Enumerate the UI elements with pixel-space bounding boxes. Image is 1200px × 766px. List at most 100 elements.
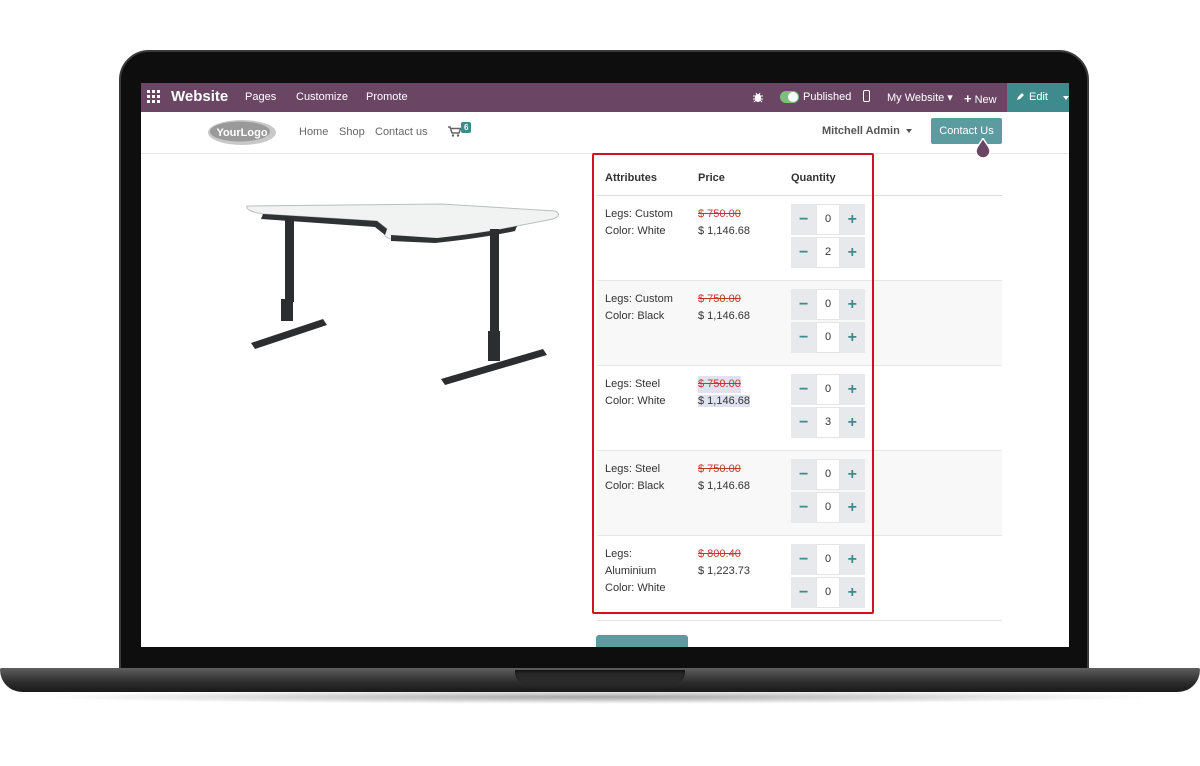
discounted-price: $ 1,146.68 <box>698 395 750 407</box>
nav-contact-us[interactable]: Contact us <box>375 126 428 138</box>
quantity-stepper[interactable]: −0 + <box>791 204 865 235</box>
quantity-input[interactable]: 0 <box>816 544 840 575</box>
plus-icon[interactable]: + <box>839 459 865 490</box>
plus-icon[interactable]: + <box>839 407 865 438</box>
user-name: Mitchell Admin <box>822 125 900 137</box>
table-row: Legs: Custom Color: White $ 750.00 $ 1,146… <box>597 195 1002 281</box>
new-button[interactable]: + New <box>964 91 997 106</box>
attributes-cell: Legs: Custom Color: Black <box>597 280 690 366</box>
contact-us-button[interactable]: Contact Us <box>931 118 1002 144</box>
add-to-cart-button[interactable] <box>596 635 688 647</box>
attribute-line: Legs: Custom <box>605 293 673 305</box>
attribute-line: Legs: Steel <box>605 463 661 475</box>
edit-button[interactable]: Edit <box>1007 83 1069 112</box>
quantity-input[interactable]: 0 <box>816 577 840 608</box>
mobile-preview-icon[interactable] <box>863 90 870 102</box>
quantity-cell: −0 + −3 + <box>783 365 1002 451</box>
quantity-input[interactable]: 2 <box>816 237 840 268</box>
attribute-line: Color: Black <box>605 310 665 322</box>
minus-icon[interactable]: − <box>791 237 817 268</box>
plus-icon: + <box>964 91 972 106</box>
quantity-input[interactable]: 3 <box>816 407 840 438</box>
original-price: $ 750.00 <box>698 208 741 220</box>
price-cell: $ 750.00 $ 1,146.68 <box>690 365 783 451</box>
plus-icon[interactable]: + <box>839 322 865 353</box>
minus-icon[interactable]: − <box>791 544 817 575</box>
published-toggle[interactable] <box>780 91 799 103</box>
discounted-price: $ 1,223.73 <box>698 565 750 577</box>
minus-icon[interactable]: − <box>791 204 817 235</box>
attributes-cell: Legs: Aluminium Color: White <box>597 535 690 621</box>
quantity-input[interactable]: 0 <box>816 459 840 490</box>
attribute-line: Legs: Custom <box>605 208 673 220</box>
attribute-line: Legs: <box>605 548 632 560</box>
menu-promote[interactable]: Promote <box>366 91 408 103</box>
apps-grid-icon[interactable] <box>147 90 160 103</box>
attributes-cell: Legs: Steel Color: Black <box>597 450 690 536</box>
published-label: Published <box>803 91 852 103</box>
minus-icon[interactable]: − <box>791 374 817 405</box>
quantity-cell: −0 + −0 + <box>783 280 1002 366</box>
site-logo[interactable]: YourLogo <box>207 119 277 146</box>
minus-icon[interactable]: − <box>791 492 817 523</box>
user-menu[interactable]: Mitchell Admin <box>822 125 912 137</box>
quantity-stepper[interactable]: −0 + <box>791 492 865 523</box>
my-website-dropdown[interactable]: My Website ▾ <box>887 91 953 104</box>
logo-text: YourLogo <box>216 127 267 139</box>
attributes-cell: Legs: Custom Color: White <box>597 195 690 281</box>
menu-pages[interactable]: Pages <box>245 91 276 103</box>
quantity-input[interactable]: 0 <box>816 204 840 235</box>
quantity-input[interactable]: 0 <box>816 374 840 405</box>
plus-icon[interactable]: + <box>839 374 865 405</box>
admin-bar: Website Pages Customize Promote Publishe… <box>141 83 1069 112</box>
laptop-notch <box>515 670 685 684</box>
price-cell: $ 800.40 $ 1,223.73 <box>690 535 783 621</box>
table-header-row: Attributes Price Quantity <box>597 160 1002 196</box>
quantity-stepper[interactable]: −0 + <box>791 374 865 405</box>
site-header: YourLogo Home Shop Contact us 6 Mitchell… <box>141 112 1069 158</box>
cart-icon[interactable] <box>448 126 461 137</box>
plus-icon[interactable]: + <box>839 204 865 235</box>
edit-dropdown-caret-icon[interactable] <box>1063 96 1069 100</box>
header-quantity: Quantity <box>783 160 1002 196</box>
quantity-input[interactable]: 0 <box>816 322 840 353</box>
attribute-line: Aluminium <box>605 565 657 577</box>
pencil-icon <box>1017 93 1024 100</box>
minus-icon[interactable]: − <box>791 322 817 353</box>
screen: Website Pages Customize Promote Publishe… <box>141 83 1069 647</box>
plus-icon[interactable]: + <box>839 577 865 608</box>
variants-table: Attributes Price Quantity Legs: Custom Co… <box>597 160 1002 621</box>
attribute-line: Color: White <box>605 582 666 594</box>
menu-customize[interactable]: Customize <box>296 91 348 103</box>
product-desk-image <box>246 203 559 385</box>
plus-icon[interactable]: + <box>839 544 865 575</box>
original-price: $ 750.00 <box>698 376 741 393</box>
discounted-price: $ 1,146.68 <box>698 225 750 237</box>
quantity-input[interactable]: 0 <box>816 289 840 320</box>
discounted-price: $ 1,146.68 <box>698 310 750 322</box>
minus-icon[interactable]: − <box>791 407 817 438</box>
minus-icon[interactable]: − <box>791 577 817 608</box>
quantity-stepper[interactable]: −3 + <box>791 407 865 438</box>
quantity-input[interactable]: 0 <box>816 492 840 523</box>
original-price: $ 750.00 <box>698 463 741 475</box>
table-row: Legs: Steel Color: White $ 750.00 $ 1,146.… <box>597 365 1002 451</box>
plus-icon[interactable]: + <box>839 237 865 268</box>
quantity-stepper[interactable]: −0 + <box>791 577 865 608</box>
app-name[interactable]: Website <box>171 88 228 105</box>
header-attributes: Attributes <box>597 160 690 196</box>
plus-icon[interactable]: + <box>839 492 865 523</box>
minus-icon[interactable]: − <box>791 289 817 320</box>
quantity-stepper[interactable]: −0 + <box>791 544 865 575</box>
debug-bug-icon[interactable] <box>752 91 764 103</box>
plus-icon[interactable]: + <box>839 289 865 320</box>
new-label: New <box>974 94 997 106</box>
quantity-cell: −0 + −0 + <box>783 450 1002 536</box>
quantity-stepper[interactable]: −0 + <box>791 322 865 353</box>
quantity-stepper[interactable]: −0 + <box>791 459 865 490</box>
quantity-stepper[interactable]: −2 + <box>791 237 865 268</box>
nav-home[interactable]: Home <box>299 126 328 138</box>
nav-shop[interactable]: Shop <box>339 126 365 138</box>
minus-icon[interactable]: − <box>791 459 817 490</box>
quantity-stepper[interactable]: −0 + <box>791 289 865 320</box>
